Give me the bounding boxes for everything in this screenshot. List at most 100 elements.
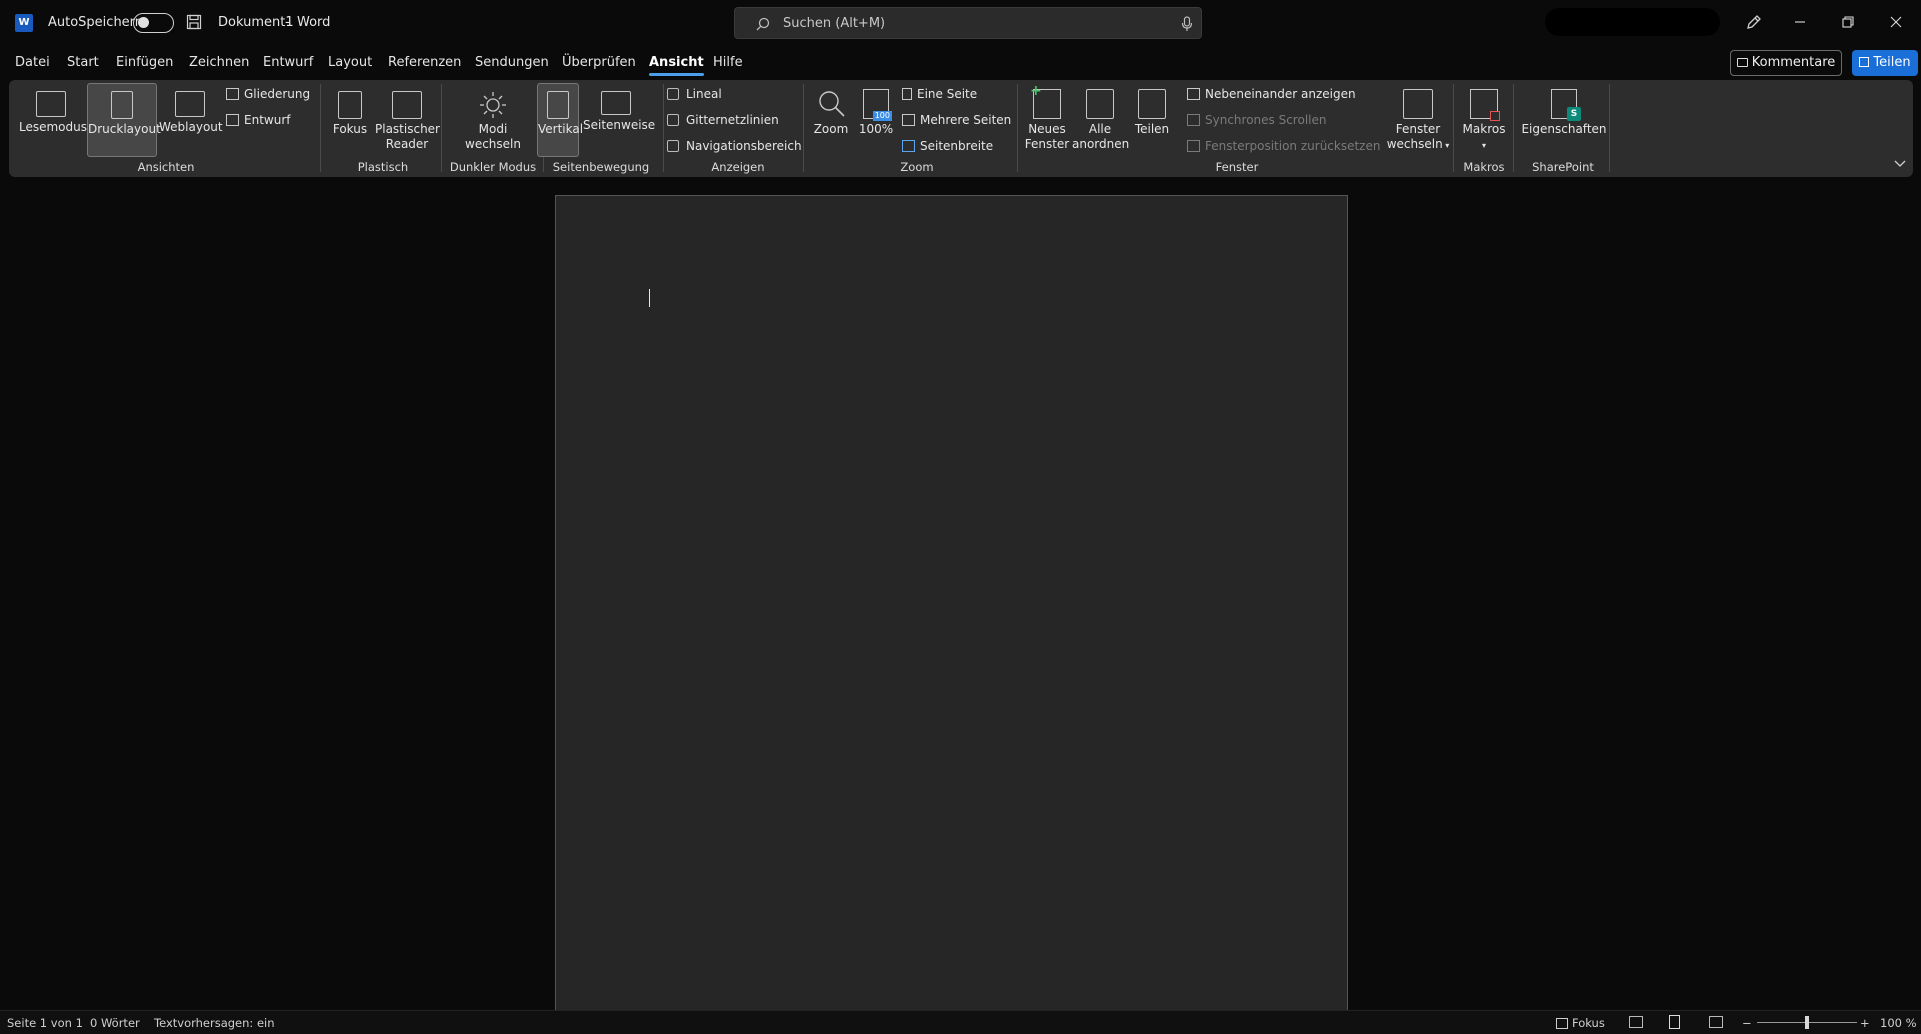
zoom-100-label: 100% — [858, 122, 894, 136]
zoom-100-icon: 100 — [863, 89, 892, 121]
fensterposition-button[interactable]: Fensterposition zurücksetzen — [1187, 137, 1380, 155]
mehrere-seiten-label: Mehrere Seiten — [920, 113, 1012, 127]
autosave-toggle[interactable] — [133, 13, 174, 33]
gliederung-button[interactable]: Gliederung — [226, 85, 310, 103]
read-mode-icon[interactable] — [1629, 1016, 1643, 1028]
search-box[interactable]: Suchen (Alt+M) — [734, 7, 1202, 39]
tab-start[interactable]: Start — [67, 55, 99, 70]
gliederung-label: Gliederung — [244, 87, 311, 101]
search-placeholder: Suchen (Alt+M) — [783, 16, 886, 31]
alle-anordnen-line2: anordnen — [1072, 137, 1130, 151]
focus-mode-icon — [1556, 1018, 1568, 1029]
comments-button[interactable]: Kommentare — [1730, 50, 1842, 76]
ribbon-separator — [803, 84, 804, 172]
tab-layout[interactable]: Layout — [328, 55, 372, 70]
tab-zeichnen[interactable]: Zeichnen — [189, 55, 249, 70]
lesemodus-button[interactable]: Lesemodus — [19, 86, 87, 150]
eigenschaften-button[interactable]: S Eigenschaften — [1521, 86, 1607, 150]
makros-button[interactable]: Makros ▾ — [1459, 86, 1509, 156]
modi-label-line1: Modi — [478, 122, 508, 136]
navigationsbereich-label: Navigationsbereich — [686, 139, 802, 153]
magnifier-icon — [816, 89, 846, 119]
zoom-slider-thumb[interactable] — [1805, 1016, 1809, 1029]
group-anzeigen-label: Anzeigen — [711, 160, 765, 174]
checkbox-box — [667, 140, 679, 152]
print-layout-icon — [111, 91, 133, 119]
seitenweise-button[interactable]: Seitenweise — [583, 86, 655, 150]
neues-fenster-button[interactable]: + Neues Fenster — [1024, 84, 1070, 156]
gitternetzlinien-checkbox[interactable]: Gitternetzlinien — [667, 111, 779, 129]
zoom-out-button[interactable]: − — [1742, 1016, 1752, 1030]
focus-mode-label: Fokus — [1572, 1016, 1605, 1030]
ribbon-separator — [1453, 84, 1454, 172]
redacted-account-area — [1545, 8, 1720, 36]
minimize-button[interactable] — [1780, 10, 1820, 36]
teilen-split-button[interactable]: Teilen — [1130, 86, 1174, 150]
checkbox-box — [667, 88, 679, 100]
sharepoint-properties-icon: S — [1551, 89, 1581, 121]
restore-button[interactable] — [1828, 10, 1868, 36]
lineal-checkbox[interactable]: Lineal — [667, 85, 722, 103]
tab-hilfe[interactable]: Hilfe — [713, 55, 743, 70]
plastischer-reader-button[interactable]: Plastischer Reader — [375, 86, 440, 156]
seitenbreite-button[interactable]: Seitenbreite — [902, 137, 993, 155]
one-page-icon — [902, 88, 912, 100]
drucklayout-button[interactable]: Drucklayout — [87, 83, 161, 157]
entwurf-view-label: Entwurf — [244, 113, 291, 127]
save-icon[interactable] — [186, 14, 202, 30]
eine-seite-label: Eine Seite — [917, 87, 978, 101]
eine-seite-button[interactable]: Eine Seite — [902, 85, 977, 103]
menu-bar: Datei Start Einfügen Zeichnen Entwurf La… — [0, 48, 1921, 78]
tab-entwurf[interactable]: Entwurf — [263, 55, 313, 70]
page-count[interactable]: Seite 1 von 1 — [7, 1016, 83, 1030]
close-button[interactable] — [1876, 10, 1916, 36]
neues-fenster-line2: Fenster — [1024, 137, 1070, 151]
synchrones-scrollen-button[interactable]: Synchrones Scrollen — [1187, 111, 1326, 129]
tab-einfuegen[interactable]: Einfügen — [116, 55, 173, 70]
print-layout-view-icon[interactable] — [1669, 1015, 1680, 1029]
share-label: Teilen — [1873, 55, 1911, 70]
tab-ueberpruefen[interactable]: Überprüfen — [562, 55, 636, 70]
sun-icon — [479, 91, 507, 119]
document-page[interactable] — [555, 195, 1348, 1010]
weblayout-button[interactable]: Weblayout — [159, 86, 223, 150]
zoom-in-button[interactable]: + — [1860, 1016, 1870, 1030]
share-button[interactable]: Teilen — [1852, 50, 1918, 76]
group-ansichten-label: Ansichten — [137, 160, 195, 174]
collapse-ribbon-button[interactable] — [1893, 156, 1907, 170]
lesemodus-label: Lesemodus — [19, 120, 87, 134]
fenster-wechseln-button[interactable]: Fenster wechseln ▾ — [1385, 86, 1451, 156]
weblayout-label: Weblayout — [159, 120, 223, 134]
zoom-level[interactable]: 100 % — [1880, 1016, 1917, 1030]
modi-wechseln-button[interactable]: Modi wechseln — [449, 86, 537, 156]
text-predictions-status[interactable]: Textvorhersagen: ein — [154, 1016, 275, 1030]
eigenschaften-label: Eigenschaften — [1521, 122, 1607, 136]
nebeneinander-button[interactable]: Nebeneinander anzeigen — [1187, 85, 1356, 103]
page-width-icon — [902, 140, 915, 152]
title-bar: W AutoSpeichern Dokument1 - Word Suchen … — [0, 0, 1921, 46]
word-count[interactable]: 0 Wörter — [90, 1016, 140, 1030]
zoom-button[interactable]: Zoom — [809, 86, 853, 150]
mehrere-seiten-button[interactable]: Mehrere Seiten — [902, 111, 1011, 129]
tab-sendungen[interactable]: Sendungen — [475, 55, 549, 70]
teilen-split-label: Teilen — [1134, 122, 1170, 136]
tab-referenzen[interactable]: Referenzen — [388, 55, 461, 70]
vertikal-button[interactable]: Vertikal — [537, 83, 583, 157]
makros-label: Makros — [1462, 122, 1506, 136]
tab-ansicht[interactable]: Ansicht — [649, 55, 704, 76]
entwurf-view-button[interactable]: Entwurf — [226, 111, 290, 129]
reset-window-icon — [1187, 140, 1200, 152]
zoom-100-button[interactable]: 100 100% — [855, 86, 897, 150]
pen-icon[interactable] — [1744, 12, 1764, 32]
microphone-icon[interactable] — [1181, 16, 1193, 32]
drucklayout-label: Drucklayout — [88, 122, 161, 136]
web-layout-view-icon[interactable] — [1709, 1016, 1723, 1028]
fokus-button[interactable]: Fokus — [327, 86, 373, 150]
focus-mode-button[interactable]: Fokus — [1556, 1016, 1605, 1030]
tab-datei[interactable]: Datei — [15, 55, 50, 70]
ribbon-separator — [441, 84, 442, 172]
navigationsbereich-checkbox[interactable]: Navigationsbereich — [667, 137, 802, 155]
share-icon — [1859, 57, 1870, 67]
alle-anordnen-button[interactable]: Alle anordnen — [1072, 86, 1130, 156]
outline-icon — [226, 88, 239, 100]
